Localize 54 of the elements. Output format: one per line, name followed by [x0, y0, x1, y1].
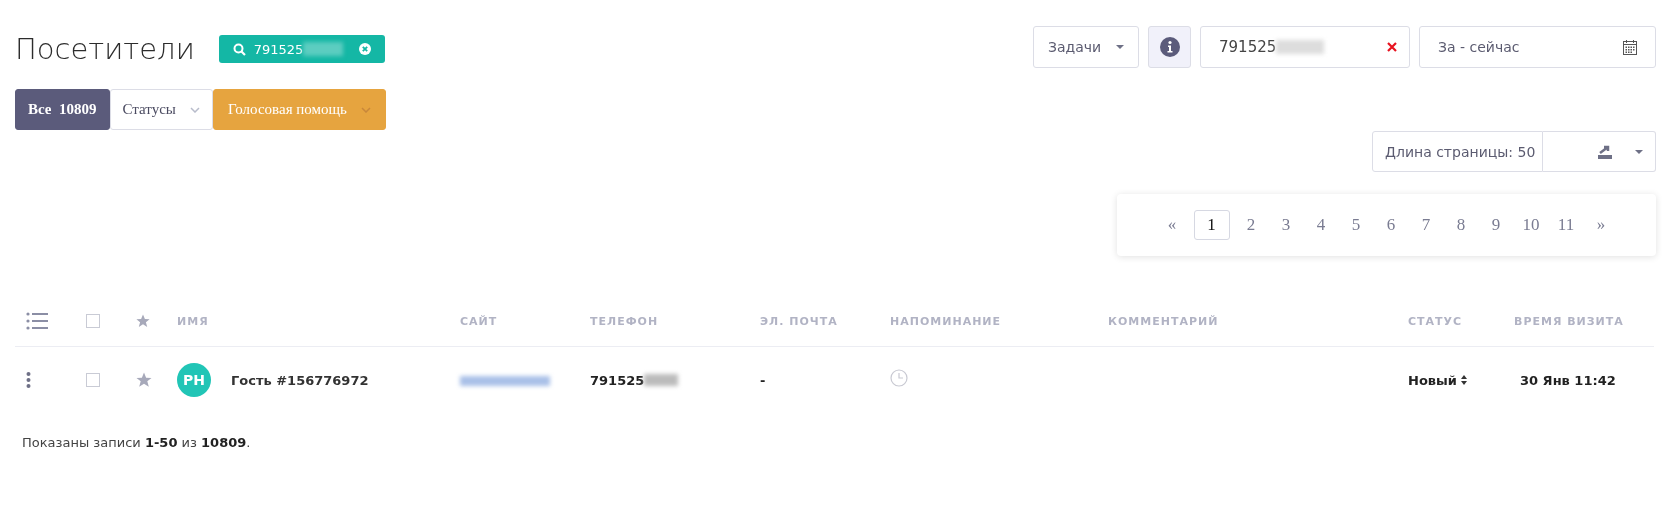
- info-icon: [1159, 37, 1180, 57]
- search-icon: [232, 42, 246, 56]
- avatar: PH: [177, 363, 211, 397]
- clock-icon: [890, 369, 908, 387]
- caret-icon: [360, 106, 371, 113]
- star-icon: [136, 314, 150, 328]
- caret-icon: [1635, 149, 1643, 154]
- voice-help-filter[interactable]: Голосовая помощь: [212, 89, 386, 130]
- search-value: 791525: [1219, 38, 1277, 56]
- caret-icon: [1116, 45, 1124, 49]
- page-link[interactable]: 8: [1447, 210, 1475, 240]
- next-page-link[interactable]: »: [1587, 210, 1615, 240]
- select-all-checkbox[interactable]: [86, 314, 100, 328]
- table-cell-text: 30 Янв 11:42: [1520, 372, 1617, 388]
- previous-page-link[interactable]: «: [1158, 210, 1186, 240]
- status-value[interactable]: Новый: [1408, 372, 1457, 388]
- visitor-name[interactable]: Гость #156776972: [231, 372, 369, 388]
- page-link[interactable]: 1: [1193, 210, 1230, 240]
- date-range-field[interactable]: За - сейчас: [1419, 26, 1656, 68]
- table-cell-text: -: [760, 372, 767, 388]
- page-title: Посетители: [15, 31, 195, 68]
- blurred-text: [303, 42, 344, 56]
- date-range-value: За - сейчас: [1438, 39, 1520, 55]
- page-link[interactable]: 4: [1307, 210, 1335, 240]
- more-icon: [26, 372, 31, 388]
- all-filter-button[interactable]: Все 10809: [15, 89, 110, 130]
- info-button[interactable]: [1148, 26, 1191, 68]
- calendar-icon: [1623, 39, 1637, 55]
- search-chip[interactable]: 791525: [218, 35, 386, 63]
- page-link[interactable]: 11: [1552, 210, 1580, 240]
- tasks-dropdown[interactable]: Задачи: [1033, 26, 1139, 68]
- page-link[interactable]: 2: [1237, 210, 1265, 240]
- records-summary: Показаны записи 1-50 из 10809.: [22, 435, 252, 450]
- page-link[interactable]: 3: [1272, 210, 1300, 240]
- page-link[interactable]: 9: [1482, 210, 1510, 240]
- page-link[interactable]: 6: [1377, 210, 1405, 240]
- status-filter[interactable]: Статусы: [109, 89, 213, 130]
- caret-icon: [189, 106, 200, 113]
- export-dropdown[interactable]: [1543, 131, 1656, 172]
- row-checkbox[interactable]: [86, 373, 100, 387]
- close-icon: [359, 43, 372, 55]
- list-icon: [26, 312, 48, 330]
- sort-icon: [1460, 375, 1467, 385]
- page-link[interactable]: 7: [1412, 210, 1440, 240]
- page-length-dropdown[interactable]: Длина страницы: 50: [1372, 131, 1543, 172]
- chip-text: 791525: [253, 41, 304, 57]
- export-icon: [1597, 143, 1613, 160]
- table-cell: 791525: [590, 372, 645, 388]
- blurred-text: [1276, 40, 1325, 54]
- page-link[interactable]: 5: [1342, 210, 1370, 240]
- search-field[interactable]: 791525: [1200, 26, 1410, 68]
- clear-icon: [1387, 42, 1397, 52]
- page-link[interactable]: 10: [1517, 210, 1545, 240]
- blurred-text: [644, 374, 679, 386]
